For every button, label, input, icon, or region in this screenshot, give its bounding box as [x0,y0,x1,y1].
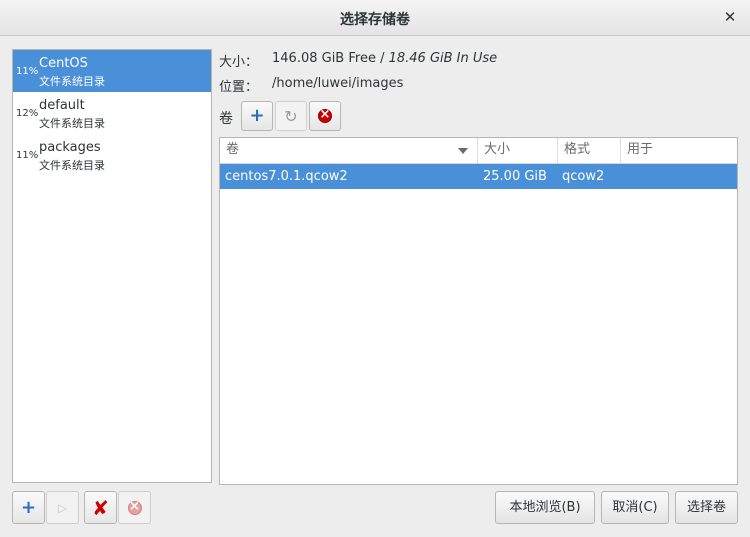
volume-size-cell: 25.00 GiB [483,169,547,184]
dialog-title: 选择存储卷 [340,12,410,28]
add-volume-button[interactable]: + [241,101,273,131]
pool-item-centos[interactable]: 11% CentOS 文件系统目录 [13,50,211,92]
size-free: 146.08 GiB Free / [272,51,389,66]
add-icon: + [249,105,265,126]
column-header-volume[interactable]: 卷 [226,138,239,163]
pool-type: 文件系统目录 [39,159,105,172]
volume-name-cell: centos7.0.1.qcow2 [225,169,348,184]
pool-name: packages [39,140,101,155]
table-row[interactable]: centos7.0.1.qcow2 25.00 GiB qcow2 [220,164,737,189]
location-value: /home/luwei/images [272,76,404,91]
browse-local-button[interactable]: 本地浏览(B) [495,491,595,524]
column-header-size[interactable]: 大小 [484,138,510,163]
size-in-use: 18.46 GiB In Use [388,51,498,66]
pool-item-default[interactable]: 12% default 文件系统目录 [13,92,211,134]
pool-type: 文件系统目录 [39,75,105,88]
refresh-volumes-button[interactable]: ↻ [275,101,307,131]
storage-pool-list[interactable]: 11% CentOS 文件系统目录 12% default 文件系统目录 11%… [12,49,212,483]
size-value: 146.08 GiB Free / 18.46 GiB In Use [272,51,497,66]
pool-name: CentOS [39,56,88,71]
volume-table-header: 卷 大小 格式 用于 [220,138,737,164]
pool-usage-percent: 11% [16,150,39,161]
volumes-label: 卷 [219,111,233,127]
stop-pool-button[interactable] [118,491,151,524]
volume-format-cell: qcow2 [562,169,605,184]
sort-descending-icon [458,148,468,154]
start-pool-button[interactable]: ▷ [46,491,79,524]
delete-pool-button[interactable]: ✘ [84,491,117,524]
pool-item-packages[interactable]: 11% packages 文件系统目录 [13,134,211,176]
column-header-used-by[interactable]: 用于 [627,138,653,163]
stop-icon [127,499,142,515]
add-icon: + [20,496,37,518]
column-header-format[interactable]: 格式 [564,138,590,163]
add-pool-button[interactable]: + [12,491,45,524]
choose-volume-button[interactable]: 选择卷 [675,491,738,524]
close-icon[interactable]: ✕ [722,8,738,26]
pool-name: default [39,98,85,113]
play-icon: ▷ [57,500,68,515]
refresh-icon: ↻ [284,106,298,126]
pool-type: 文件系统目录 [39,117,105,130]
delete-icon: ✘ [92,495,109,520]
location-label: 位置： [219,80,259,95]
dialog-titlebar: 选择存储卷 ✕ [0,0,750,36]
stop-icon [318,107,332,123]
volume-table[interactable]: 卷 大小 格式 用于 centos7.0.1.qcow2 25.00 GiB q… [219,137,738,485]
pool-usage-percent: 12% [16,108,39,119]
size-label: 大小： [219,55,259,70]
delete-volume-button[interactable] [309,101,341,131]
pool-usage-percent: 11% [16,66,39,77]
cancel-button[interactable]: 取消(C) [601,491,669,524]
